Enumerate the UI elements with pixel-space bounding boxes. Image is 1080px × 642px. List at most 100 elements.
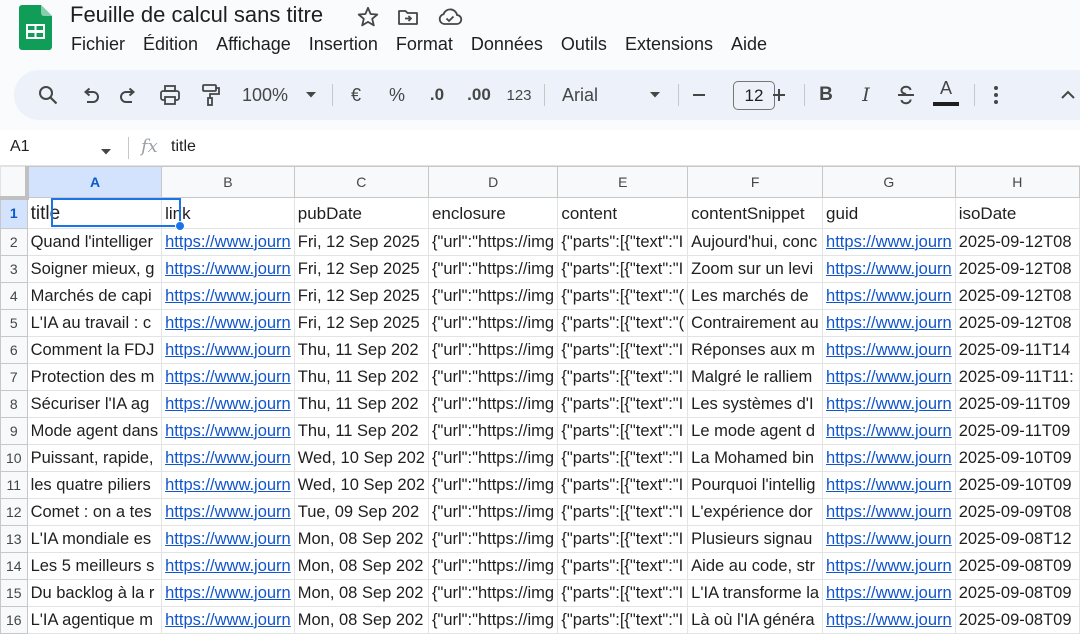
menu-insertion[interactable]: Insertion	[300, 32, 387, 56]
cell-h[interactable]: 2025-09-08T12	[954, 525, 1080, 553]
cell-c[interactable]: Mon, 08 Sep 202	[293, 525, 429, 553]
cell-h[interactable]: 2025-09-11T11:	[954, 363, 1080, 391]
cell-e[interactable]: {"parts":[{"text":"I	[557, 498, 689, 526]
cell-a[interactable]: les quatre piliers	[26, 471, 163, 499]
cell-e[interactable]: {"parts":[{"text":"I	[557, 471, 689, 499]
cell-d[interactable]: {"url":"https://img	[427, 363, 559, 391]
cell-b[interactable]: https://www.journ	[161, 390, 295, 418]
cell-d[interactable]: {"url":"https://img	[427, 336, 559, 364]
cell-g[interactable]: https://www.journ	[822, 228, 956, 256]
cell-e[interactable]: {"parts":[{"text":"I	[557, 417, 689, 445]
cell-g[interactable]: https://www.journ	[822, 552, 956, 580]
paint-format-icon[interactable]	[198, 82, 222, 108]
cell-d[interactable]: {"url":"https://img	[427, 579, 559, 607]
menu-donnees[interactable]: Données	[462, 32, 552, 56]
column-header-b[interactable]: B	[161, 166, 295, 198]
cell-b[interactable]: https://www.journ	[161, 444, 295, 472]
cell-d[interactable]: enclosure	[427, 197, 559, 229]
cell-d[interactable]: {"url":"https://img	[427, 417, 559, 445]
font-dropdown-icon[interactable]	[648, 82, 662, 108]
cell-b[interactable]: https://www.journ	[161, 552, 295, 580]
font-select[interactable]: Arial	[562, 82, 606, 108]
dropdown-icon[interactable]	[304, 82, 318, 108]
cell-a[interactable]: Comet : on a tes	[26, 498, 163, 526]
cell-b[interactable]: https://www.journ	[161, 282, 295, 310]
cell-c[interactable]: Thu, 11 Sep 202	[293, 363, 429, 391]
row-header[interactable]: 3	[0, 255, 28, 283]
cell-c[interactable]: Fri, 12 Sep 2025	[293, 228, 429, 256]
cell-h[interactable]: 2025-09-11T14	[954, 336, 1080, 364]
cell-h[interactable]: 2025-09-11T09	[954, 417, 1080, 445]
percent-format-button[interactable]: %	[386, 82, 408, 108]
row-header[interactable]: 2	[0, 228, 28, 256]
menu-edition[interactable]: Édition	[134, 32, 207, 56]
decrease-decimals-button[interactable]: .0	[425, 82, 449, 108]
cell-h[interactable]: 2025-09-12T08	[954, 228, 1080, 256]
cell-f[interactable]: Aujourd'hui, conc	[687, 228, 824, 256]
column-header-h[interactable]: H	[954, 166, 1080, 198]
cell-e[interactable]: {"parts":[{"text":"(	[557, 309, 689, 337]
document-title[interactable]: Feuille de calcul sans titre	[70, 2, 323, 28]
menu-outils[interactable]: Outils	[552, 32, 616, 56]
italic-button[interactable]: I	[856, 82, 876, 108]
cell-c[interactable]: Thu, 11 Sep 202	[293, 390, 429, 418]
cell-f[interactable]: Le mode agent d	[687, 417, 824, 445]
cell-h[interactable]: 2025-09-08T09	[954, 579, 1080, 607]
cell-e[interactable]: {"parts":[{"text":"I	[557, 228, 689, 256]
cell-c[interactable]: Mon, 08 Sep 202	[293, 606, 429, 634]
cell-c[interactable]: Wed, 10 Sep 202	[293, 471, 429, 499]
number-format-button[interactable]: 123	[504, 82, 534, 108]
cell-e[interactable]: {"parts":[{"text":"I	[557, 255, 689, 283]
cell-d[interactable]: {"url":"https://img	[427, 228, 559, 256]
cell-f[interactable]: Les marchés de	[687, 282, 824, 310]
cell-e[interactable]: content	[557, 197, 689, 229]
row-header[interactable]: 5	[0, 309, 28, 337]
cell-c[interactable]: pubDate	[293, 197, 429, 229]
collapse-icon[interactable]	[1058, 82, 1078, 108]
cell-c[interactable]: Fri, 12 Sep 2025	[293, 309, 429, 337]
column-header-a[interactable]: A	[26, 166, 163, 198]
row-header[interactable]: 12	[0, 498, 28, 526]
cell-e[interactable]: {"parts":[{"text":"I	[557, 525, 689, 553]
cell-e[interactable]: {"parts":[{"text":"I	[557, 552, 689, 580]
cell-f[interactable]: L'IA transforme la	[687, 579, 824, 607]
cell-b[interactable]: https://www.journ	[161, 606, 295, 634]
search-icon[interactable]	[36, 82, 60, 108]
currency-format-button[interactable]: €	[346, 82, 366, 108]
strikethrough-icon[interactable]	[894, 82, 918, 108]
cell-h[interactable]: 2025-09-12T08	[954, 282, 1080, 310]
cell-a[interactable]: Les 5 meilleurs s	[26, 552, 163, 580]
cell-f[interactable]: Zoom sur un levi	[687, 255, 824, 283]
cell-b[interactable]: https://www.journ	[161, 336, 295, 364]
cell-d[interactable]: {"url":"https://img	[427, 282, 559, 310]
cell-f[interactable]: Plusieurs signau	[687, 525, 824, 553]
cell-f[interactable]: Malgré le ralliem	[687, 363, 824, 391]
cell-f[interactable]: Contrairement au	[687, 309, 824, 337]
cell-e[interactable]: {"parts":[{"text":"I	[557, 390, 689, 418]
row-header[interactable]: 13	[0, 525, 28, 553]
column-header-d[interactable]: D	[427, 166, 559, 198]
cell-d[interactable]: {"url":"https://img	[427, 525, 559, 553]
cell-h[interactable]: 2025-09-08T09	[954, 552, 1080, 580]
cell-g[interactable]: https://www.journ	[822, 606, 956, 634]
cell-f[interactable]: L'expérience dor	[687, 498, 824, 526]
column-header-g[interactable]: G	[822, 166, 956, 198]
decrease-font-size-icon[interactable]	[690, 82, 708, 108]
cell-f[interactable]: La Mohamed bin	[687, 444, 824, 472]
cell-a[interactable]: Puissant, rapide,	[26, 444, 163, 472]
row-header[interactable]: 15	[0, 579, 28, 607]
cell-d[interactable]: {"url":"https://img	[427, 498, 559, 526]
cell-a[interactable]: Sécuriser l'IA ag	[26, 390, 163, 418]
cell-b[interactable]: https://www.journ	[161, 579, 295, 607]
cell-g[interactable]: https://www.journ	[822, 498, 956, 526]
row-header[interactable]: 1	[0, 197, 28, 229]
cell-e[interactable]: {"parts":[{"text":"I	[557, 444, 689, 472]
cell-g[interactable]: https://www.journ	[822, 417, 956, 445]
cell-b[interactable]: https://www.journ	[161, 417, 295, 445]
cell-d[interactable]: {"url":"https://img	[427, 390, 559, 418]
cell-c[interactable]: Wed, 10 Sep 202	[293, 444, 429, 472]
bold-button[interactable]: B	[816, 82, 836, 108]
cloud-saved-icon[interactable]	[437, 5, 463, 29]
cell-e[interactable]: {"parts":[{"text":"I	[557, 336, 689, 364]
cell-g[interactable]: https://www.journ	[822, 390, 956, 418]
